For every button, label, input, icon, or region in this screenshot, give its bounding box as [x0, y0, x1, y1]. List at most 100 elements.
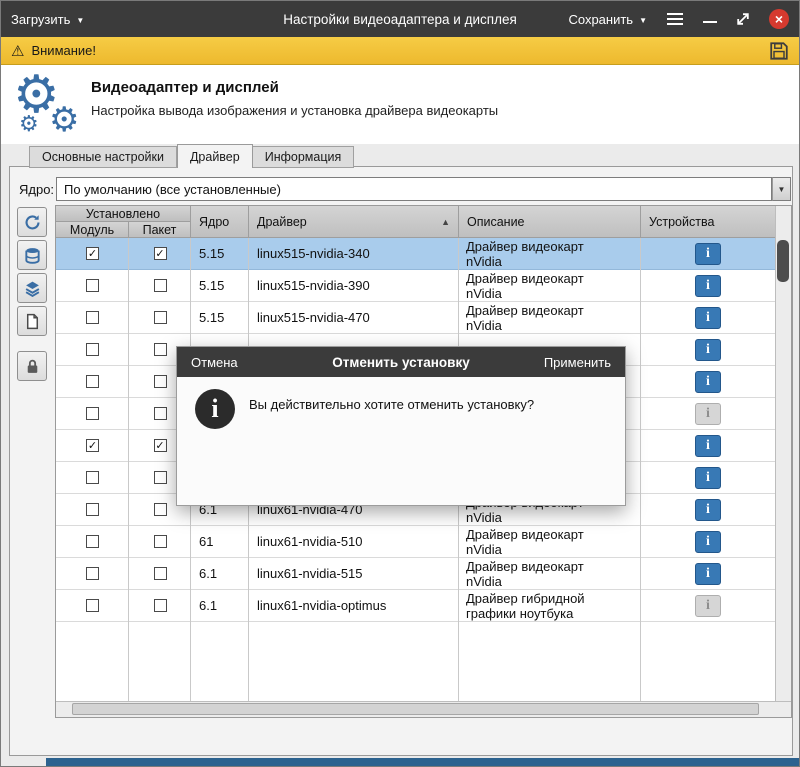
package-checkbox[interactable]: [154, 247, 167, 260]
info-button[interactable]: i: [695, 371, 721, 393]
cell-kernel: 5.15: [191, 270, 249, 301]
info-button[interactable]: i: [695, 403, 721, 425]
horizontal-scroll-thumb[interactable]: [72, 703, 759, 715]
col-header-module[interactable]: Модуль: [56, 222, 129, 238]
table-row[interactable]: 5.15 linux515-nvidia-470 Драйвер видеока…: [56, 302, 775, 334]
module-checkbox[interactable]: [86, 599, 99, 612]
info-button[interactable]: i: [695, 243, 721, 265]
info-icon: i: [706, 343, 710, 357]
info-button[interactable]: i: [695, 467, 721, 489]
module-checkbox[interactable]: [86, 439, 99, 452]
lock-button[interactable]: [17, 351, 47, 381]
module-checkbox[interactable]: [86, 567, 99, 580]
package-checkbox[interactable]: [154, 439, 167, 452]
table-row[interactable]: 5.15 linux515-nvidia-340 Драйвер видеока…: [56, 238, 775, 270]
info-icon: i: [706, 567, 710, 581]
package-checkbox[interactable]: [154, 375, 167, 388]
module-checkbox[interactable]: [86, 471, 99, 484]
info-button[interactable]: i: [695, 307, 721, 329]
info-icon: i: [706, 375, 710, 389]
app-window: Настройки видеоадаптера и дисплея Загруз…: [0, 0, 800, 767]
close-button[interactable]: ×: [769, 9, 789, 29]
info-button[interactable]: i: [695, 499, 721, 521]
cell-driver: linux515-nvidia-470: [249, 302, 459, 333]
table-row[interactable]: 5.15 linux515-nvidia-390 Драйвер видеока…: [56, 270, 775, 302]
cell-kernel: 5.15: [191, 238, 249, 269]
col-header-description[interactable]: Описание: [459, 206, 641, 238]
caret-down-icon: ▼: [76, 16, 84, 25]
info-button[interactable]: i: [695, 275, 721, 297]
cell-driver: linux515-nvidia-390: [249, 270, 459, 301]
database-button[interactable]: [17, 240, 47, 270]
info-button[interactable]: i: [695, 595, 721, 617]
info-icon: i: [706, 503, 710, 517]
save-icon-button[interactable]: [769, 41, 789, 61]
info-button[interactable]: i: [695, 563, 721, 585]
package-checkbox[interactable]: [154, 343, 167, 356]
refresh-button[interactable]: [17, 207, 47, 237]
caret-down-icon: ▼: [639, 16, 647, 25]
minimize-button[interactable]: [703, 21, 717, 23]
cell-description: Драйвер видеокарт nVidia: [459, 270, 641, 301]
table-row[interactable]: 6.1 linux61-nvidia-optimus Драйвер гибри…: [56, 590, 775, 622]
page-title: Видеоадаптер и дисплей: [91, 79, 279, 96]
col-header-package[interactable]: Пакет: [129, 222, 191, 238]
save-menu-button[interactable]: Сохранить ▼: [568, 12, 647, 27]
package-checkbox[interactable]: [154, 471, 167, 484]
kernel-select-caret-button[interactable]: ▼: [772, 177, 791, 201]
package-checkbox[interactable]: [154, 535, 167, 548]
module-checkbox[interactable]: [86, 343, 99, 356]
col-header-driver[interactable]: Драйвер ▲: [249, 206, 459, 238]
module-checkbox[interactable]: [86, 407, 99, 420]
vertical-scroll-thumb[interactable]: [777, 240, 789, 282]
package-checkbox[interactable]: [154, 279, 167, 292]
module-checkbox[interactable]: [86, 311, 99, 324]
info-icon: i: [706, 599, 710, 613]
kernel-select[interactable]: По умолчанию (все установленные): [56, 177, 772, 201]
dialog-apply-button[interactable]: Применить: [544, 347, 611, 377]
table-row[interactable]: 6.1 linux61-nvidia-515 Драйвер видеокарт…: [56, 558, 775, 590]
layers-button[interactable]: [17, 273, 47, 303]
titlebar: Настройки видеоадаптера и дисплея Загруз…: [1, 1, 799, 37]
info-button[interactable]: i: [695, 339, 721, 361]
cell-kernel: 6.1: [191, 590, 249, 621]
tab-bar: Основные настройки Драйвер Информация: [29, 144, 354, 168]
cell-driver: linux61-nvidia-515: [249, 558, 459, 589]
lock-icon: [24, 358, 41, 375]
floppy-icon: [769, 41, 789, 61]
tab-information[interactable]: Информация: [253, 146, 355, 168]
info-icon: i: [706, 407, 710, 421]
module-checkbox[interactable]: [86, 247, 99, 260]
caret-down-icon: ▼: [778, 185, 786, 194]
document-icon: [24, 313, 41, 330]
document-button[interactable]: [17, 306, 47, 336]
package-checkbox[interactable]: [154, 311, 167, 324]
cell-kernel: 61: [191, 526, 249, 557]
warning-icon: ⚠: [11, 42, 24, 60]
module-checkbox[interactable]: [86, 279, 99, 292]
expand-button[interactable]: [735, 11, 751, 27]
info-circle-icon: i: [195, 389, 235, 429]
menu-icon[interactable]: [665, 9, 685, 29]
col-header-devices[interactable]: Устройства: [641, 206, 775, 238]
module-checkbox[interactable]: [86, 375, 99, 388]
layers-icon: [24, 280, 41, 297]
save-menu-label: Сохранить: [568, 12, 633, 27]
info-icon: i: [706, 247, 710, 261]
gear-small-icon: ⚙: [49, 103, 79, 137]
load-menu-button[interactable]: Загрузить ▼: [11, 12, 84, 27]
table-row[interactable]: 61 linux61-nvidia-510 Драйвер видеокарт …: [56, 526, 775, 558]
package-checkbox[interactable]: [154, 503, 167, 516]
info-button[interactable]: i: [695, 435, 721, 457]
load-menu-label: Загрузить: [11, 12, 70, 27]
package-checkbox[interactable]: [154, 407, 167, 420]
module-checkbox[interactable]: [86, 503, 99, 516]
module-checkbox[interactable]: [86, 535, 99, 548]
info-button[interactable]: i: [695, 531, 721, 553]
tab-main-settings[interactable]: Основные настройки: [29, 146, 177, 168]
package-checkbox[interactable]: [154, 599, 167, 612]
col-header-kernel[interactable]: Ядро: [191, 206, 249, 238]
package-checkbox[interactable]: [154, 567, 167, 580]
tab-driver[interactable]: Драйвер: [177, 144, 253, 168]
dialog-cancel-button[interactable]: Отмена: [191, 347, 238, 377]
